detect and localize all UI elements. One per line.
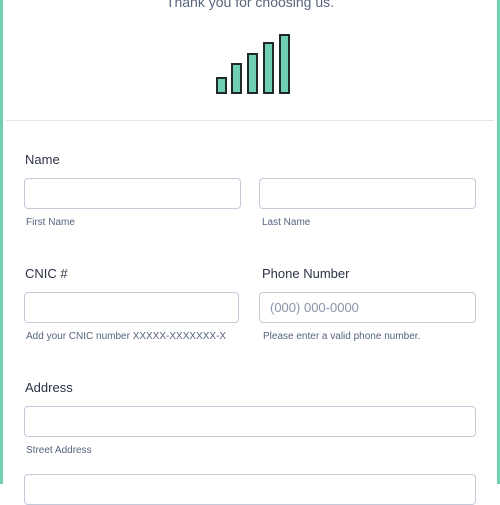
form-header: Thank you for choosing us. <box>3 0 497 120</box>
phone-label: Phone Number <box>262 266 350 281</box>
street-address-input[interactable] <box>24 406 476 437</box>
header-divider <box>6 120 494 121</box>
address-label: Address <box>25 380 73 395</box>
last-name-sublabel: Last Name <box>262 217 311 228</box>
thanks-message: Thank you for choosing us. <box>165 0 335 10</box>
phone-sublabel: Please enter a valid phone number. <box>263 331 421 342</box>
form-frame: Thank you for choosing us. Name First Na… <box>0 0 500 505</box>
address-line-2-input[interactable] <box>24 474 476 505</box>
street-address-sublabel: Street Address <box>26 445 92 456</box>
name-label: Name <box>25 152 60 167</box>
last-name-input[interactable] <box>259 178 476 209</box>
cnic-label: CNIC # <box>25 266 68 281</box>
cnic-input[interactable] <box>24 292 239 323</box>
cnic-sublabel: Add your CNIC number XXXXX-XXXXXXX-X <box>26 331 227 342</box>
first-name-input[interactable] <box>24 178 241 209</box>
first-name-sublabel: First Name <box>26 217 75 228</box>
signal-bars-icon <box>216 34 290 94</box>
phone-input[interactable] <box>259 292 476 323</box>
